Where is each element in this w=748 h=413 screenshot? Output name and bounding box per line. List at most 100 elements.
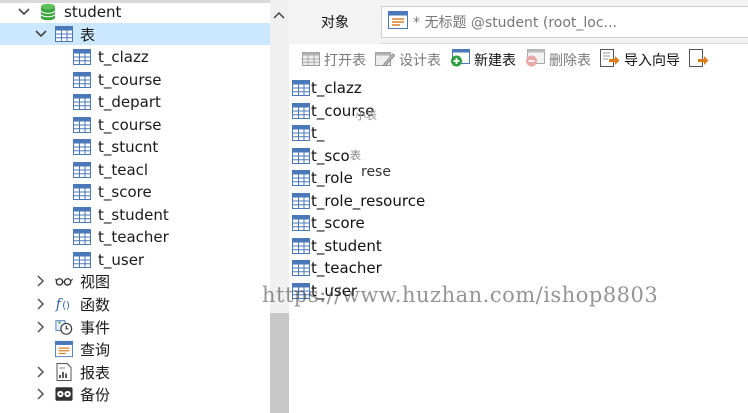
database-icon: [39, 3, 57, 21]
table-label: t_course: [98, 115, 162, 134]
tree-item-reports[interactable]: 报表: [0, 361, 270, 383]
table-item[interactable]: t_depart: [0, 91, 270, 113]
chevron-right-icon[interactable]: [34, 297, 48, 311]
chevron-up-icon[interactable]: [273, 8, 285, 23]
group-label: 查询: [80, 340, 111, 359]
object-label: t_score: [311, 214, 365, 232]
object-toolbar: 打开表 设计表 新建表 删除表 导入向导: [289, 44, 748, 76]
table-icon: [73, 71, 91, 89]
tree-item-tables-group[interactable]: 表: [0, 23, 270, 45]
svg-text:(): (): [62, 301, 70, 312]
function-icon: f(): [55, 295, 73, 313]
tables-group-label: 表: [80, 25, 96, 44]
table-item[interactable]: t_student: [0, 204, 270, 226]
object-item[interactable]: t_role_resource: [292, 190, 425, 212]
group-label: 事件: [80, 318, 111, 337]
backup-icon: [55, 385, 73, 403]
group-label: 视图: [80, 272, 111, 291]
open-table-button[interactable]: 打开表: [299, 47, 369, 73]
open-table-label: 打开表: [324, 53, 366, 69]
table-icon: [73, 116, 91, 134]
object-item[interactable]: t_clazz: [292, 77, 362, 99]
table-icon: [292, 192, 310, 210]
chevron-down-icon[interactable]: [34, 27, 48, 41]
table-item[interactable]: t_teacl: [0, 159, 270, 181]
import-wizard-label: 导入向导: [624, 53, 680, 69]
object-item[interactable]: t_teacher: [292, 257, 382, 279]
table-icon: [73, 48, 91, 66]
new-table-label: 新建表: [474, 53, 516, 69]
delete-table-button[interactable]: 删除表: [522, 47, 594, 73]
object-item[interactable]: t_score: [292, 212, 365, 234]
query-icon: [55, 340, 73, 358]
object-list: t_clazz t_course t_ t_sco t_role t_role_resou…: [289, 76, 748, 413]
table-icon: [292, 102, 310, 120]
sidebar-scrollbar[interactable]: [270, 313, 289, 413]
delete-table-icon: [525, 49, 545, 71]
group-label: 函数: [80, 295, 111, 314]
design-table-label: 设计表: [399, 53, 441, 69]
table-item[interactable]: t_user: [0, 249, 270, 271]
table-label: t_score: [98, 183, 152, 201]
object-label: t_teacher: [311, 259, 382, 277]
chevron-right-icon[interactable]: [34, 365, 48, 379]
table-item[interactable]: t_course: [0, 69, 270, 91]
object-label: t_sco: [311, 146, 350, 165]
view-icon: [55, 272, 73, 290]
export-wizard-icon: [689, 49, 709, 71]
object-label: t_clazz: [311, 79, 362, 97]
chevron-right-icon[interactable]: [34, 387, 48, 401]
export-wizard-button[interactable]: [686, 47, 712, 73]
object-item[interactable]: t_sco: [292, 145, 350, 167]
object-label: t_role: [311, 169, 353, 187]
table-label: t_student: [98, 205, 169, 224]
tab-objects[interactable]: 对象: [289, 0, 381, 44]
delete-table-label: 删除表: [549, 53, 591, 69]
object-label: t_student: [311, 236, 382, 255]
overlay-text: rese: [361, 164, 391, 180]
table-item[interactable]: t_score: [0, 181, 270, 203]
table-icon: [73, 183, 91, 201]
table-item[interactable]: t_stucnt: [0, 136, 270, 158]
import-wizard-button[interactable]: 导入向导: [597, 47, 683, 73]
tree-item-database[interactable]: student: [0, 1, 270, 23]
table-item[interactable]: t_teacher: [0, 226, 270, 248]
new-table-button[interactable]: 新建表: [447, 47, 519, 73]
open-table-icon: [302, 50, 320, 70]
report-icon: [55, 363, 73, 381]
table-label: t_teacher: [98, 228, 169, 246]
tab-untitled-query[interactable]: * 无标题 @student (root_loc...: [381, 6, 748, 38]
table-icon: [292, 79, 310, 97]
object-label: t_: [311, 124, 325, 142]
tree-item-backups[interactable]: 备份: [0, 383, 270, 405]
object-item[interactable]: t_student: [292, 235, 382, 257]
chevron-right-icon[interactable]: [34, 320, 48, 334]
chevron-down-icon[interactable]: [17, 5, 31, 19]
table-label: t_user: [98, 250, 145, 269]
tree-item-views[interactable]: 视图: [0, 270, 270, 292]
event-icon: [55, 318, 73, 336]
watermark-text: https://www.huzhan.com/ishop8803: [262, 283, 659, 307]
table-icon: [292, 259, 310, 277]
design-table-button[interactable]: 设计表: [372, 47, 444, 73]
table-item[interactable]: t_course: [0, 114, 270, 136]
object-label: t_role_resource: [311, 191, 426, 210]
group-label: 报表: [80, 363, 111, 382]
overlay-text: 表: [350, 149, 361, 162]
overlay-text: 小表: [355, 109, 377, 122]
chevron-right-icon[interactable]: [34, 274, 48, 288]
tab-bar: 对象 * 无标题 @student (root_loc...: [289, 0, 748, 44]
object-item[interactable]: t_: [292, 122, 324, 144]
table-item[interactable]: t_clazz: [0, 46, 270, 68]
tables-folder-icon: [55, 25, 73, 43]
table-label: t_teacl: [98, 160, 149, 179]
table-icon: [292, 214, 310, 232]
tree-item-events[interactable]: 事件: [0, 316, 270, 338]
tree-item-queries[interactable]: 查询: [0, 338, 270, 360]
table-label: t_course: [98, 70, 162, 89]
query-tab-label: * 无标题 @student (root_loc...: [413, 15, 617, 31]
object-item[interactable]: t_role: [292, 167, 353, 189]
tree-item-functions[interactable]: f() 函数: [0, 293, 270, 315]
blur-artifact: [385, 108, 455, 153]
table-icon: [292, 169, 310, 187]
